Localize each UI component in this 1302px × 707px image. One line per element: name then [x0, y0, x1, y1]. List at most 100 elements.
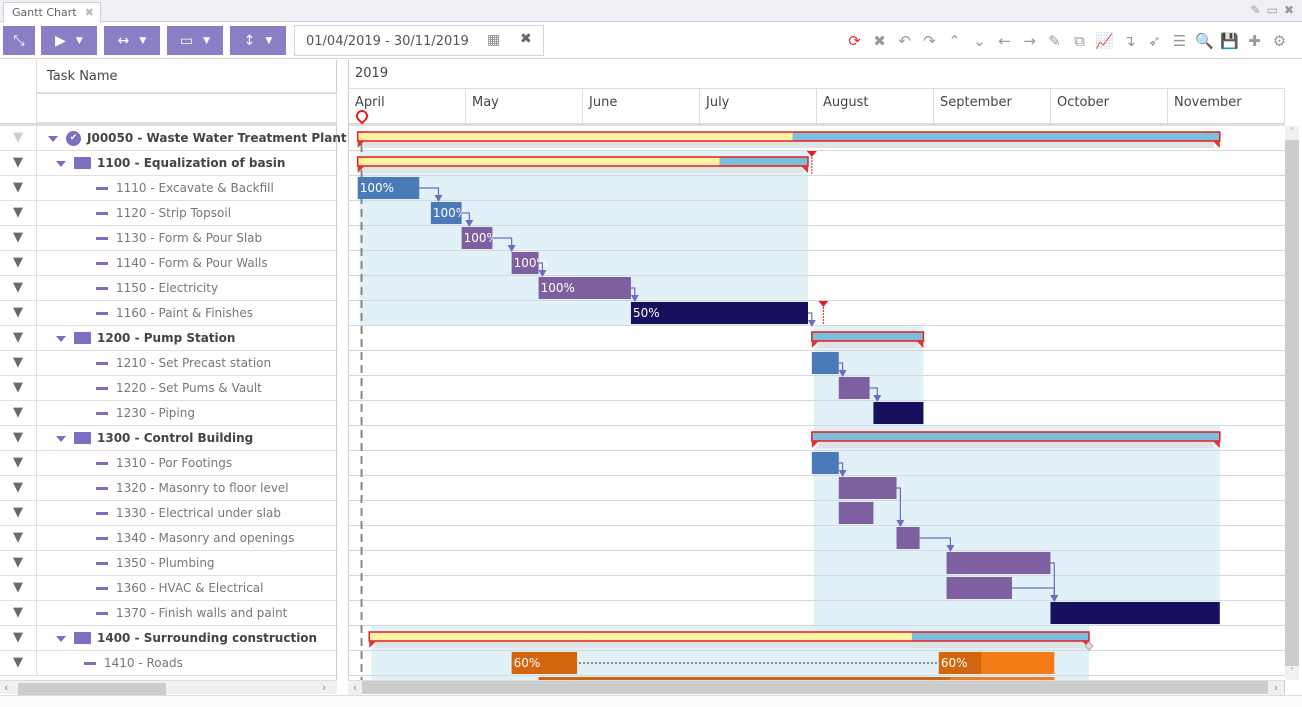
task-name-cell[interactable]: 1150 - Electricity: [96, 276, 218, 301]
filter-icon[interactable]: ▼: [0, 426, 37, 451]
task-name-cell[interactable]: 1110 - Excavate & Backfill: [96, 176, 274, 201]
filter-icon[interactable]: ▼: [0, 651, 37, 676]
task-name-cell[interactable]: 1300 - Control Building: [56, 426, 253, 451]
filter-icon[interactable]: ▼: [0, 351, 37, 376]
scroll-left-icon[interactable]: ‹: [4, 681, 8, 695]
tab-gantt-chart[interactable]: Gantt Chart ✖: [3, 2, 101, 23]
table-row[interactable]: ▼ 1410 - Roads: [0, 651, 337, 676]
table-row[interactable]: ▼ 1400 - Surrounding construction: [0, 626, 337, 651]
scroll-right-icon[interactable]: ›: [322, 681, 326, 695]
close-icon[interactable]: ✖: [85, 6, 94, 19]
table-row[interactable]: ▼ 1100 - Equalization of basin: [0, 151, 337, 176]
filter-icon[interactable]: ▼: [0, 451, 37, 476]
filter-icon[interactable]: ▼: [0, 201, 37, 226]
filter-icon[interactable]: ▼: [0, 576, 37, 601]
filter-icon[interactable]: ▼: [0, 126, 37, 151]
clear-icon[interactable]: ✖: [520, 31, 532, 47]
scroll-up-icon[interactable]: ˄: [1285, 126, 1299, 140]
filter-icon[interactable]: ▼: [0, 626, 37, 651]
filter-icon[interactable]: ▼: [0, 151, 37, 176]
fit-to-screen-icon[interactable]: ⧉: [1067, 32, 1092, 50]
task-name-cell[interactable]: 1230 - Piping: [96, 401, 195, 426]
table-row[interactable]: ▼ 1340 - Masonry and openings: [0, 526, 337, 551]
task-name-filter-input[interactable]: [37, 93, 337, 123]
task-name-cell[interactable]: 1160 - Paint & Finishes: [96, 301, 253, 326]
task-name-cell[interactable]: 1200 - Pump Station: [56, 326, 235, 351]
task-name-cell[interactable]: 1130 - Form & Pour Slab: [96, 226, 262, 251]
expand-toggle-icon[interactable]: [56, 435, 66, 442]
task-name-cell[interactable]: 1410 - Roads: [84, 651, 183, 676]
table-row[interactable]: ▼ 1150 - Electricity: [0, 276, 337, 301]
table-row[interactable]: ▼ 1330 - Electrical under slab: [0, 501, 337, 526]
table-row[interactable]: ▼ 1160 - Paint & Finishes: [0, 301, 337, 326]
chart-vertical-scrollbar[interactable]: ˄ ˅: [1285, 126, 1299, 680]
list-icon[interactable]: ☰: [1167, 32, 1192, 50]
redo-icon[interactable]: ↷: [917, 32, 942, 50]
filter-icon[interactable]: ▼: [0, 326, 37, 351]
cancel-icon[interactable]: ✖: [867, 32, 892, 50]
filter-icon[interactable]: ▼: [0, 501, 37, 526]
task-name-cell[interactable]: 1120 - Strip Topsoil: [96, 201, 231, 226]
table-row[interactable]: ▼ 1370 - Finish walls and paint: [0, 601, 337, 626]
table-row[interactable]: ▼ 1320 - Masonry to floor level: [0, 476, 337, 501]
table-row[interactable]: ▼ 1140 - Form & Pour Walls: [0, 251, 337, 276]
save-icon[interactable]: 💾: [1217, 32, 1242, 50]
filter-icon[interactable]: ▼: [0, 526, 37, 551]
fit-width-button[interactable]: ↔ ▼: [104, 26, 160, 55]
scroll-right-icon[interactable]: ›: [1268, 681, 1284, 695]
table-row[interactable]: ▼ 1210 - Set Precast station: [0, 351, 337, 376]
scroll-down-icon[interactable]: ˅: [1285, 666, 1299, 680]
scroll-thumb[interactable]: [18, 683, 166, 695]
task-name-cell[interactable]: 1310 - Por Footings: [96, 451, 232, 476]
line-chart-icon[interactable]: 📈: [1092, 32, 1117, 50]
expand-all-icon[interactable]: ⌄: [967, 32, 992, 50]
task-name-cell[interactable]: ✔ J00050 - Waste Water Treatment Plant: [48, 126, 347, 151]
rocket-icon[interactable]: ➶: [1142, 32, 1167, 50]
calendar-icon[interactable]: ▦: [487, 32, 500, 48]
refresh-icon[interactable]: ⟳: [842, 32, 867, 50]
task-name-cell[interactable]: 1140 - Form & Pour Walls: [96, 251, 268, 276]
task-name-cell[interactable]: 1330 - Electrical under slab: [96, 501, 281, 526]
filter-icon[interactable]: ▼: [0, 276, 37, 301]
task-name-cell[interactable]: 1340 - Masonry and openings: [96, 526, 294, 551]
filter-icon[interactable]: ▼: [0, 251, 37, 276]
highlight-icon[interactable]: ✎: [1042, 32, 1067, 50]
play-button[interactable]: ▶ ▼: [41, 26, 97, 55]
table-row[interactable]: ▼ 1350 - Plumbing: [0, 551, 337, 576]
chart-horizontal-scrollbar[interactable]: ‹ ›: [348, 680, 1285, 695]
filter-icon[interactable]: ▼: [0, 601, 37, 626]
close-icon[interactable]: ✖: [1284, 3, 1294, 17]
table-row[interactable]: ▼ 1230 - Piping: [0, 401, 337, 426]
task-name-cell[interactable]: 1360 - HVAC & Electrical: [96, 576, 263, 601]
task-name-cell[interactable]: 1400 - Surrounding construction: [56, 626, 317, 651]
undo-icon[interactable]: ↶: [892, 32, 917, 50]
expand-toggle-icon[interactable]: [56, 335, 66, 342]
indent-icon[interactable]: ↴: [1117, 32, 1142, 50]
settings-icon[interactable]: ⚙: [1267, 32, 1292, 50]
search-icon[interactable]: 🔍: [1192, 32, 1217, 50]
task-name-cell[interactable]: 1210 - Set Precast station: [96, 351, 271, 376]
maximize-icon[interactable]: ▭: [1267, 3, 1278, 17]
expand-toggle-icon[interactable]: [56, 635, 66, 642]
task-name-cell[interactable]: 1370 - Finish walls and paint: [96, 601, 287, 626]
collapse-all-icon[interactable]: ⌃: [942, 32, 967, 50]
table-row[interactable]: ▼ 1360 - HVAC & Electrical: [0, 576, 337, 601]
filter-icon[interactable]: ▼: [0, 476, 37, 501]
edit-icon[interactable]: ✎: [1251, 3, 1261, 17]
scroll-left-icon[interactable]: ‹: [348, 681, 362, 695]
filter-icon[interactable]: ▼: [0, 301, 37, 326]
filter-icon[interactable]: ▼: [0, 401, 37, 426]
task-name-cell[interactable]: 1100 - Equalization of basin: [56, 151, 285, 176]
grid-horizontal-scrollbar[interactable]: ‹ ›: [0, 680, 337, 695]
table-row[interactable]: ▼ 1110 - Excavate & Backfill: [0, 176, 337, 201]
collapse-button[interactable]: ⤡: [3, 26, 35, 55]
date-range-input[interactable]: 01/04/2019 - 30/11/2019 ▦ ✖: [294, 25, 544, 56]
arrow-left-icon[interactable]: ←: [992, 32, 1017, 50]
display-button[interactable]: ▭ ▼: [167, 26, 223, 55]
add-icon[interactable]: ✚: [1242, 32, 1267, 50]
filter-icon[interactable]: ▼: [0, 176, 37, 201]
expand-toggle-icon[interactable]: [56, 160, 66, 167]
filter-icon[interactable]: ▼: [0, 226, 37, 251]
filter-icon[interactable]: ▼: [0, 376, 37, 401]
table-row[interactable]: ▼ 1120 - Strip Topsoil: [0, 201, 337, 226]
